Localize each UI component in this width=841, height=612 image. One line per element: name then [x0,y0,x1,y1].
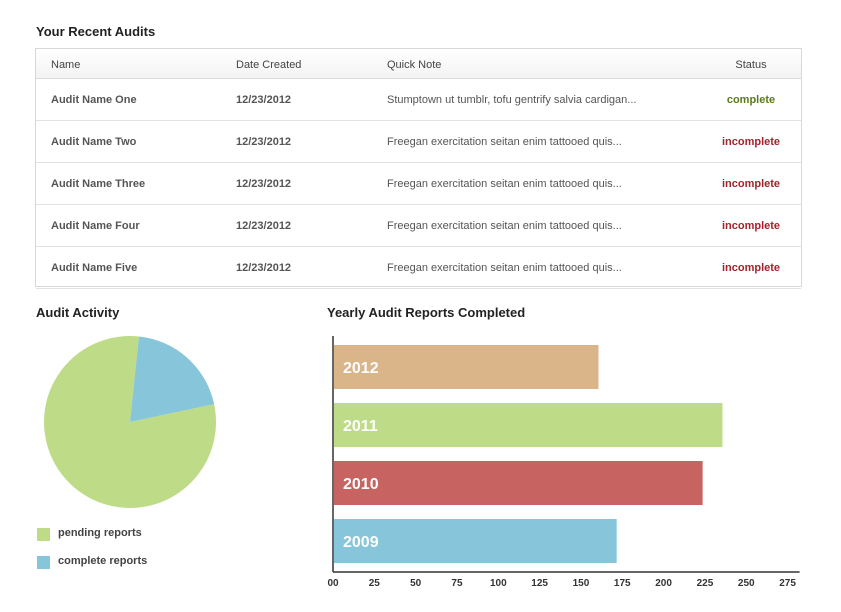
legend-swatch-pending [37,528,50,541]
legend-swatch-complete [37,556,50,569]
audit-date: 12/23/2012 [236,94,292,106]
table-header: Name Date Created Quick Note Status [36,49,801,79]
audit-name-link[interactable]: Audit Name Four [51,220,140,232]
audit-date: 12/23/2012 [236,220,292,232]
table-row[interactable]: Audit Name Five 12/23/2012 Freegan exerc… [36,247,801,289]
x-tick-label: 75 [451,578,463,589]
yearly-reports-title: Yearly Audit Reports Completed [327,305,526,320]
bar-2010 [334,461,703,505]
audit-name-link[interactable]: Audit Name Five [51,262,137,274]
bar-label-2011: 2011 [343,418,378,435]
x-tick-label: 150 [573,578,590,589]
status-badge: incomplete [721,178,781,190]
column-header-note[interactable]: Quick Note [387,59,441,71]
legend-label-pending: pending reports [58,527,142,539]
x-tick-label: 225 [697,578,714,589]
x-tick-label: 250 [738,578,755,589]
x-tick-label: 275 [779,578,796,589]
audit-note: Freegan exercitation seitan enim tattooe… [387,262,622,274]
audit-date: 12/23/2012 [236,178,292,190]
column-header-status[interactable]: Status [696,59,806,71]
recent-audits-table: Name Date Created Quick Note Status Audi… [35,48,802,289]
x-tick-label: 25 [369,578,381,589]
x-tick-label: 125 [531,578,548,589]
column-header-name[interactable]: Name [51,59,80,71]
audit-date: 12/23/2012 [236,136,292,148]
audit-note: Stumptown ut tumblr, tofu gentrify salvi… [387,94,637,106]
audit-note: Freegan exercitation seitan enim tattooe… [387,178,622,190]
audit-note: Freegan exercitation seitan enim tattooe… [387,220,622,232]
column-header-date[interactable]: Date Created [236,59,301,71]
table-row[interactable]: Audit Name Four 12/23/2012 Freegan exerc… [36,205,801,247]
audit-note: Freegan exercitation seitan enim tattooe… [387,136,622,148]
audit-name-link[interactable]: Audit Name One [51,94,137,106]
x-tick-label: 50 [410,578,422,589]
status-badge: incomplete [721,220,781,232]
audit-name-link[interactable]: Audit Name Three [51,178,145,190]
yearly-reports-bar-chart: 2012 2011 2010 2009 00 25 50 75 100 125 150 175 200 2… [327,336,800,589]
audit-date: 12/23/2012 [236,262,292,274]
table-row[interactable]: Audit Name Two 12/23/2012 Freegan exerci… [36,121,801,163]
bar-label-2010: 2010 [343,476,379,493]
audit-activity-title: Audit Activity [36,305,120,320]
status-badge: incomplete [721,136,781,148]
x-tick-label: 175 [614,578,631,589]
audit-name-link[interactable]: Audit Name Two [51,136,136,148]
bar-2011 [334,403,723,447]
bar-label-2009: 2009 [343,534,379,551]
x-tick-label: 00 [327,578,339,589]
table-row[interactable]: Audit Name One 12/23/2012 Stumptown ut t… [36,79,801,121]
bar-label-2012: 2012 [343,360,379,377]
recent-audits-title: Your Recent Audits [36,24,156,39]
status-badge: incomplete [721,262,781,274]
x-tick-label: 200 [655,578,672,589]
legend-label-complete: complete reports [58,555,148,567]
status-badge: complete [726,94,776,106]
x-tick-label: 100 [490,578,507,589]
table-row[interactable]: Audit Name Three 12/23/2012 Freegan exer… [36,163,801,205]
audit-activity-pie-chart [43,336,217,508]
